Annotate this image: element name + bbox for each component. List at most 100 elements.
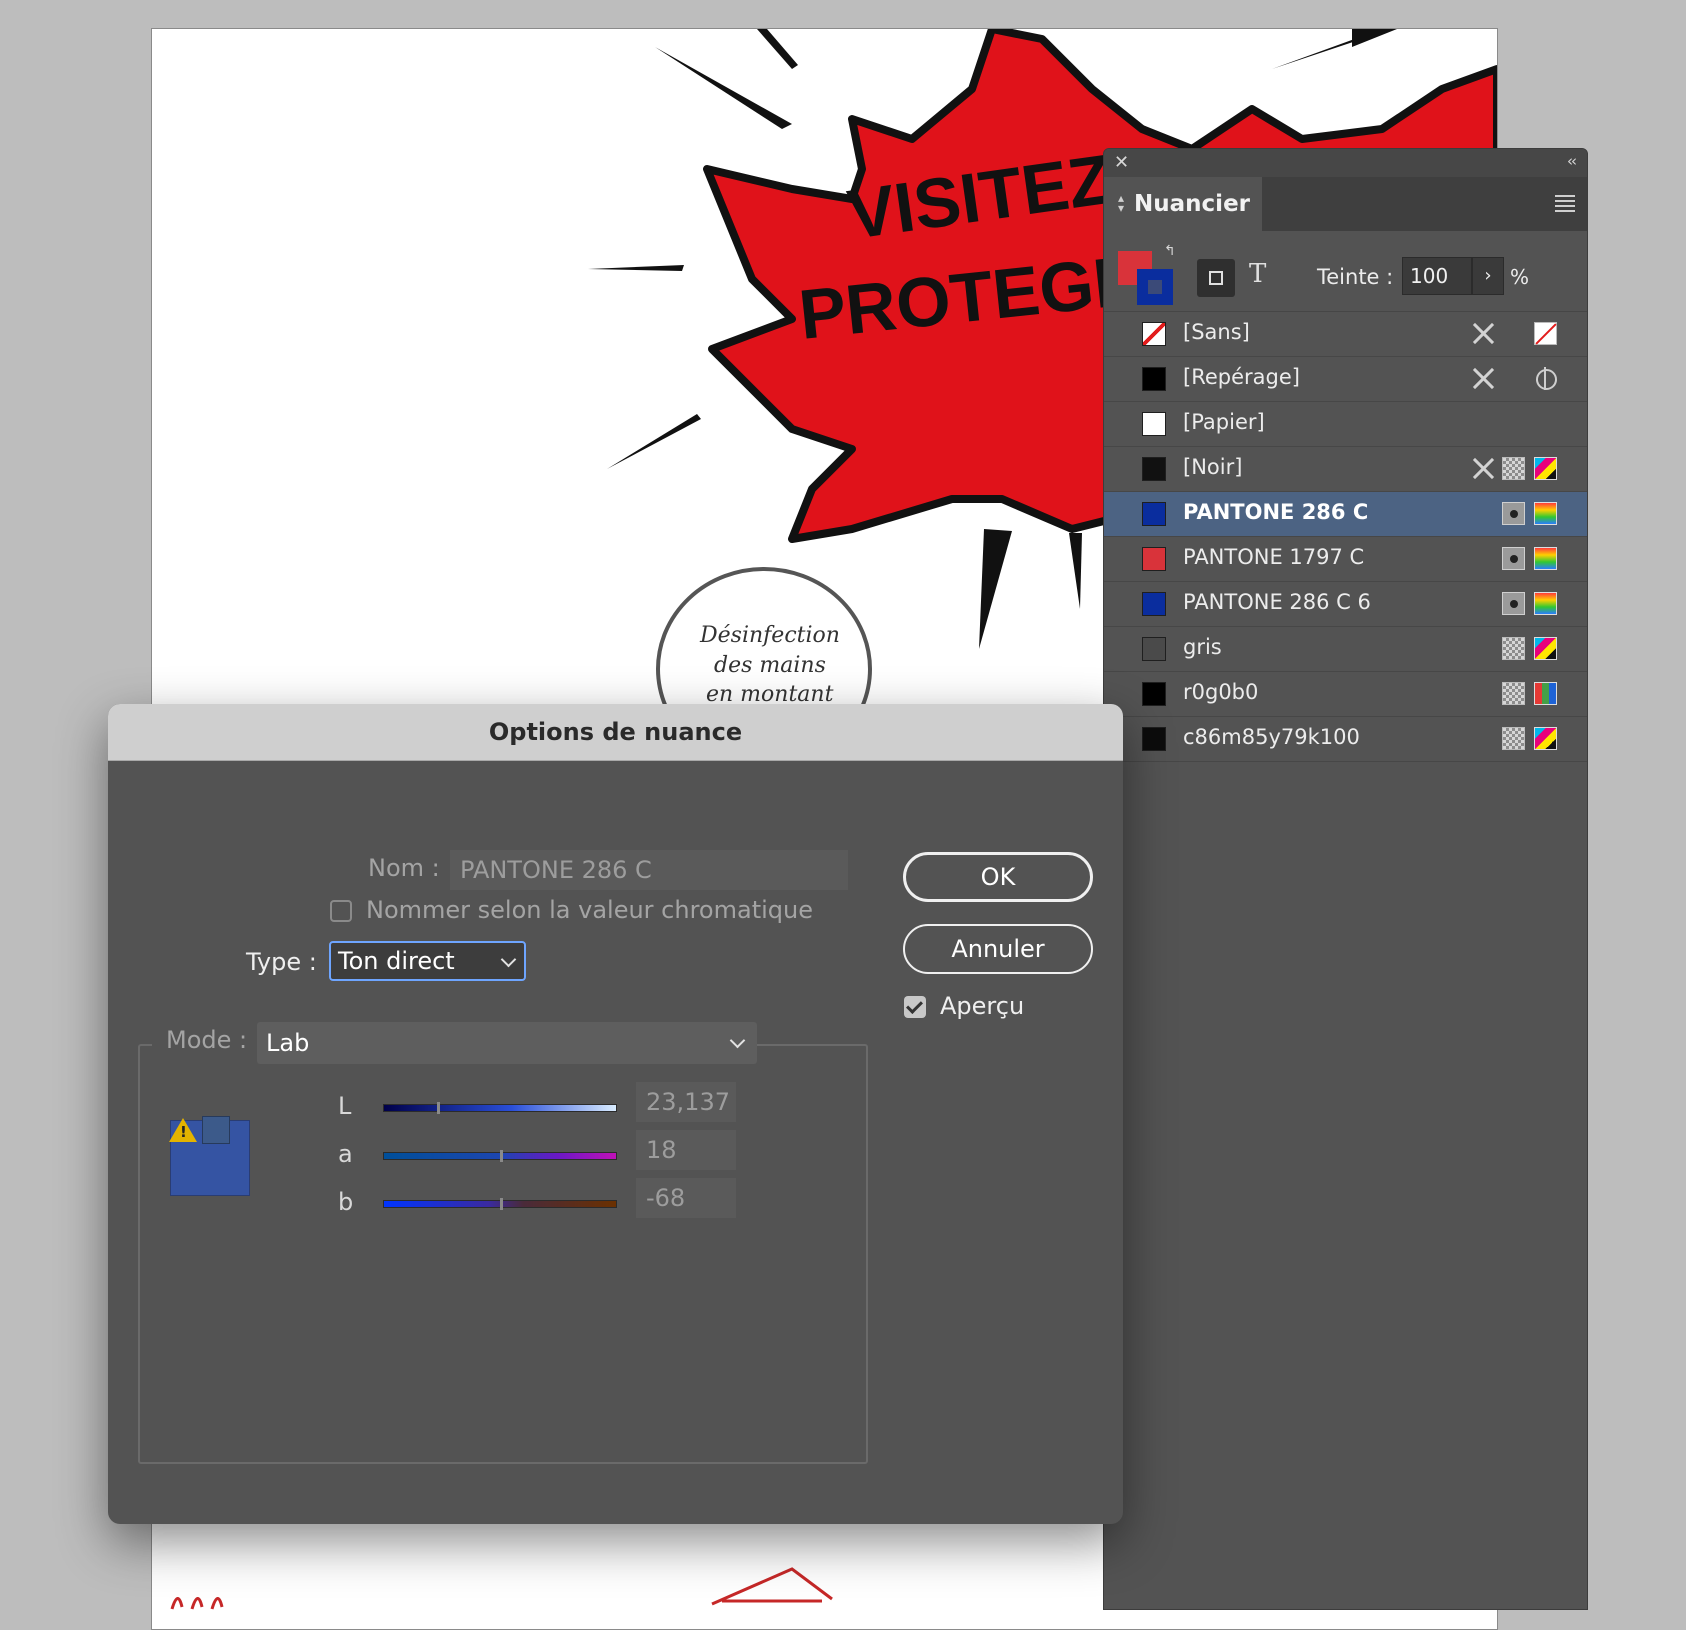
swap-fill-stroke-icon[interactable]: ↰ [1164, 243, 1176, 259]
swatch-name: gris [1183, 635, 1222, 659]
swatch-list: [Sans] [Repérage] [Papier] [Noir] PANTONE 28… [1104, 312, 1587, 762]
channel-label: a [338, 1140, 353, 1168]
swatch-name: PANTONE 1797 C [1183, 545, 1365, 569]
swatch-chip [1142, 367, 1166, 391]
out-of-gamut-swatch[interactable] [202, 1116, 230, 1144]
channel-value-field[interactable]: 23,137 [636, 1082, 736, 1122]
mode-select-value: Lab [266, 1029, 310, 1057]
channel-slider[interactable] [383, 1102, 617, 1114]
swatch-name: c86m85y79k100 [1183, 725, 1360, 749]
swatch-row[interactable]: r0g0b0 [1104, 672, 1587, 717]
type-select-value: Ton direct [338, 947, 455, 975]
close-icon[interactable]: ✕ [1114, 152, 1129, 173]
swatch-name: [Noir] [1183, 455, 1243, 479]
swatch-name: PANTONE 286 C [1183, 500, 1369, 524]
process-icon [1502, 637, 1525, 660]
swatch-row[interactable]: [Papier] [1104, 402, 1587, 447]
channel-slider[interactable] [383, 1150, 617, 1162]
channel-label: b [338, 1188, 354, 1216]
spot-icon [1502, 502, 1525, 525]
swatch-row[interactable]: [Sans] [1104, 312, 1587, 357]
name-by-value-label: Nommer selon la valeur chromatique [366, 896, 813, 924]
swatches-panel: ✕ ‹‹ ▴ ▾ Nuancier ↰ T Teinte : 100 › % [S… [1103, 148, 1588, 1610]
tint-input[interactable]: 100 [1402, 257, 1472, 295]
swatch-row[interactable]: c86m85y79k100 [1104, 717, 1587, 762]
swatch-chip [1142, 457, 1166, 481]
swatch-row[interactable]: [Noir] [1104, 447, 1587, 492]
swatch-name: PANTONE 286 C 6 [1183, 590, 1371, 614]
cmyk-icon [1534, 727, 1557, 750]
slider-thumb[interactable] [500, 1198, 503, 1210]
process-icon [1502, 682, 1525, 705]
spot-icon [1502, 547, 1525, 570]
format-container-button[interactable] [1197, 259, 1235, 297]
swatch-options-dialog: Options de nuance Nom : PANTONE 286 C No… [108, 704, 1123, 1524]
slider-thumb[interactable] [500, 1150, 503, 1162]
type-select[interactable]: Ton direct [329, 941, 526, 981]
collapse-icon[interactable]: ‹‹ [1567, 152, 1577, 170]
panel-menu-icon[interactable] [1555, 195, 1575, 215]
slider-thumb[interactable] [437, 1102, 440, 1114]
lab-icon [1534, 547, 1557, 570]
swatch-chip [1142, 412, 1166, 436]
mode-label: Mode : [166, 1026, 248, 1054]
registration-icon [1534, 367, 1557, 390]
panel-tab-row: ▴ ▾ Nuancier [1104, 177, 1587, 231]
swatch-row[interactable]: PANTONE 1797 C [1104, 537, 1587, 582]
mode-select[interactable]: Lab [257, 1022, 757, 1064]
swatch-chip [1142, 727, 1166, 751]
dialog-title: Options de nuance [108, 704, 1123, 761]
pencil-crossed-icon [1472, 322, 1495, 345]
preview-label: Aperçu [940, 992, 1025, 1020]
swatch-chip [1142, 592, 1166, 616]
chevron-down-icon [500, 951, 517, 968]
swatch-row[interactable]: PANTONE 286 C [1104, 492, 1587, 537]
warning-icon[interactable] [169, 1118, 197, 1142]
lab-icon [1534, 502, 1557, 525]
bubble-text-line2: des mains [714, 653, 826, 678]
bottom-sketch-house [711, 1567, 833, 1606]
tint-label: Teinte : [1317, 265, 1394, 289]
swatch-chip [1142, 502, 1166, 526]
chevron-down-icon [729, 1032, 746, 1049]
process-icon [1502, 727, 1525, 750]
bottom-sketch-red [170, 1597, 224, 1610]
swatch-name: r0g0b0 [1183, 680, 1259, 704]
cancel-button[interactable]: Annuler [903, 924, 1093, 974]
sort-arrows-icon: ▴ ▾ [1118, 191, 1125, 215]
channel-slider[interactable] [383, 1198, 617, 1210]
panel-topbar: ✕ ‹‹ [1104, 149, 1587, 177]
format-text-button[interactable]: T [1249, 259, 1266, 289]
rgb-icon [1534, 682, 1557, 705]
swatch-row[interactable]: gris [1104, 627, 1587, 672]
swatch-chip [1142, 637, 1166, 661]
ok-button[interactable]: OK [903, 852, 1093, 902]
pencil-crossed-icon [1472, 367, 1495, 390]
stroke-swatch[interactable] [1137, 269, 1173, 305]
cmyk-icon [1534, 637, 1557, 660]
channel-label: L [338, 1092, 352, 1120]
pencil-crossed-icon [1472, 457, 1495, 480]
none-icon [1534, 322, 1557, 345]
swatch-row[interactable]: PANTONE 286 C 6 [1104, 582, 1587, 627]
tab-swatches[interactable]: ▴ ▾ Nuancier [1104, 177, 1262, 231]
bubble-text-line1: Désinfection [699, 623, 840, 648]
swatch-name: [Sans] [1183, 320, 1250, 344]
process-icon [1502, 457, 1525, 480]
preview-checkbox[interactable] [904, 996, 926, 1018]
swatch-name: [Repérage] [1183, 365, 1300, 389]
tint-unit: % [1510, 265, 1530, 289]
cmyk-icon [1534, 457, 1557, 480]
tint-toolbar: ↰ T Teinte : 100 › % [1104, 231, 1587, 312]
spot-icon [1502, 592, 1525, 615]
swatch-row[interactable]: [Repérage] [1104, 357, 1587, 402]
swatch-chip [1142, 682, 1166, 706]
name-label: Nom : [368, 854, 440, 882]
channel-value-field[interactable]: 18 [636, 1130, 736, 1170]
swatch-chip [1142, 322, 1166, 346]
tint-slider-toggle[interactable]: › [1472, 257, 1504, 295]
channel-value-field[interactable]: -68 [636, 1178, 736, 1218]
type-label: Type : [246, 948, 317, 976]
name-field[interactable]: PANTONE 286 C [450, 850, 848, 890]
name-by-value-checkbox[interactable] [330, 900, 352, 922]
